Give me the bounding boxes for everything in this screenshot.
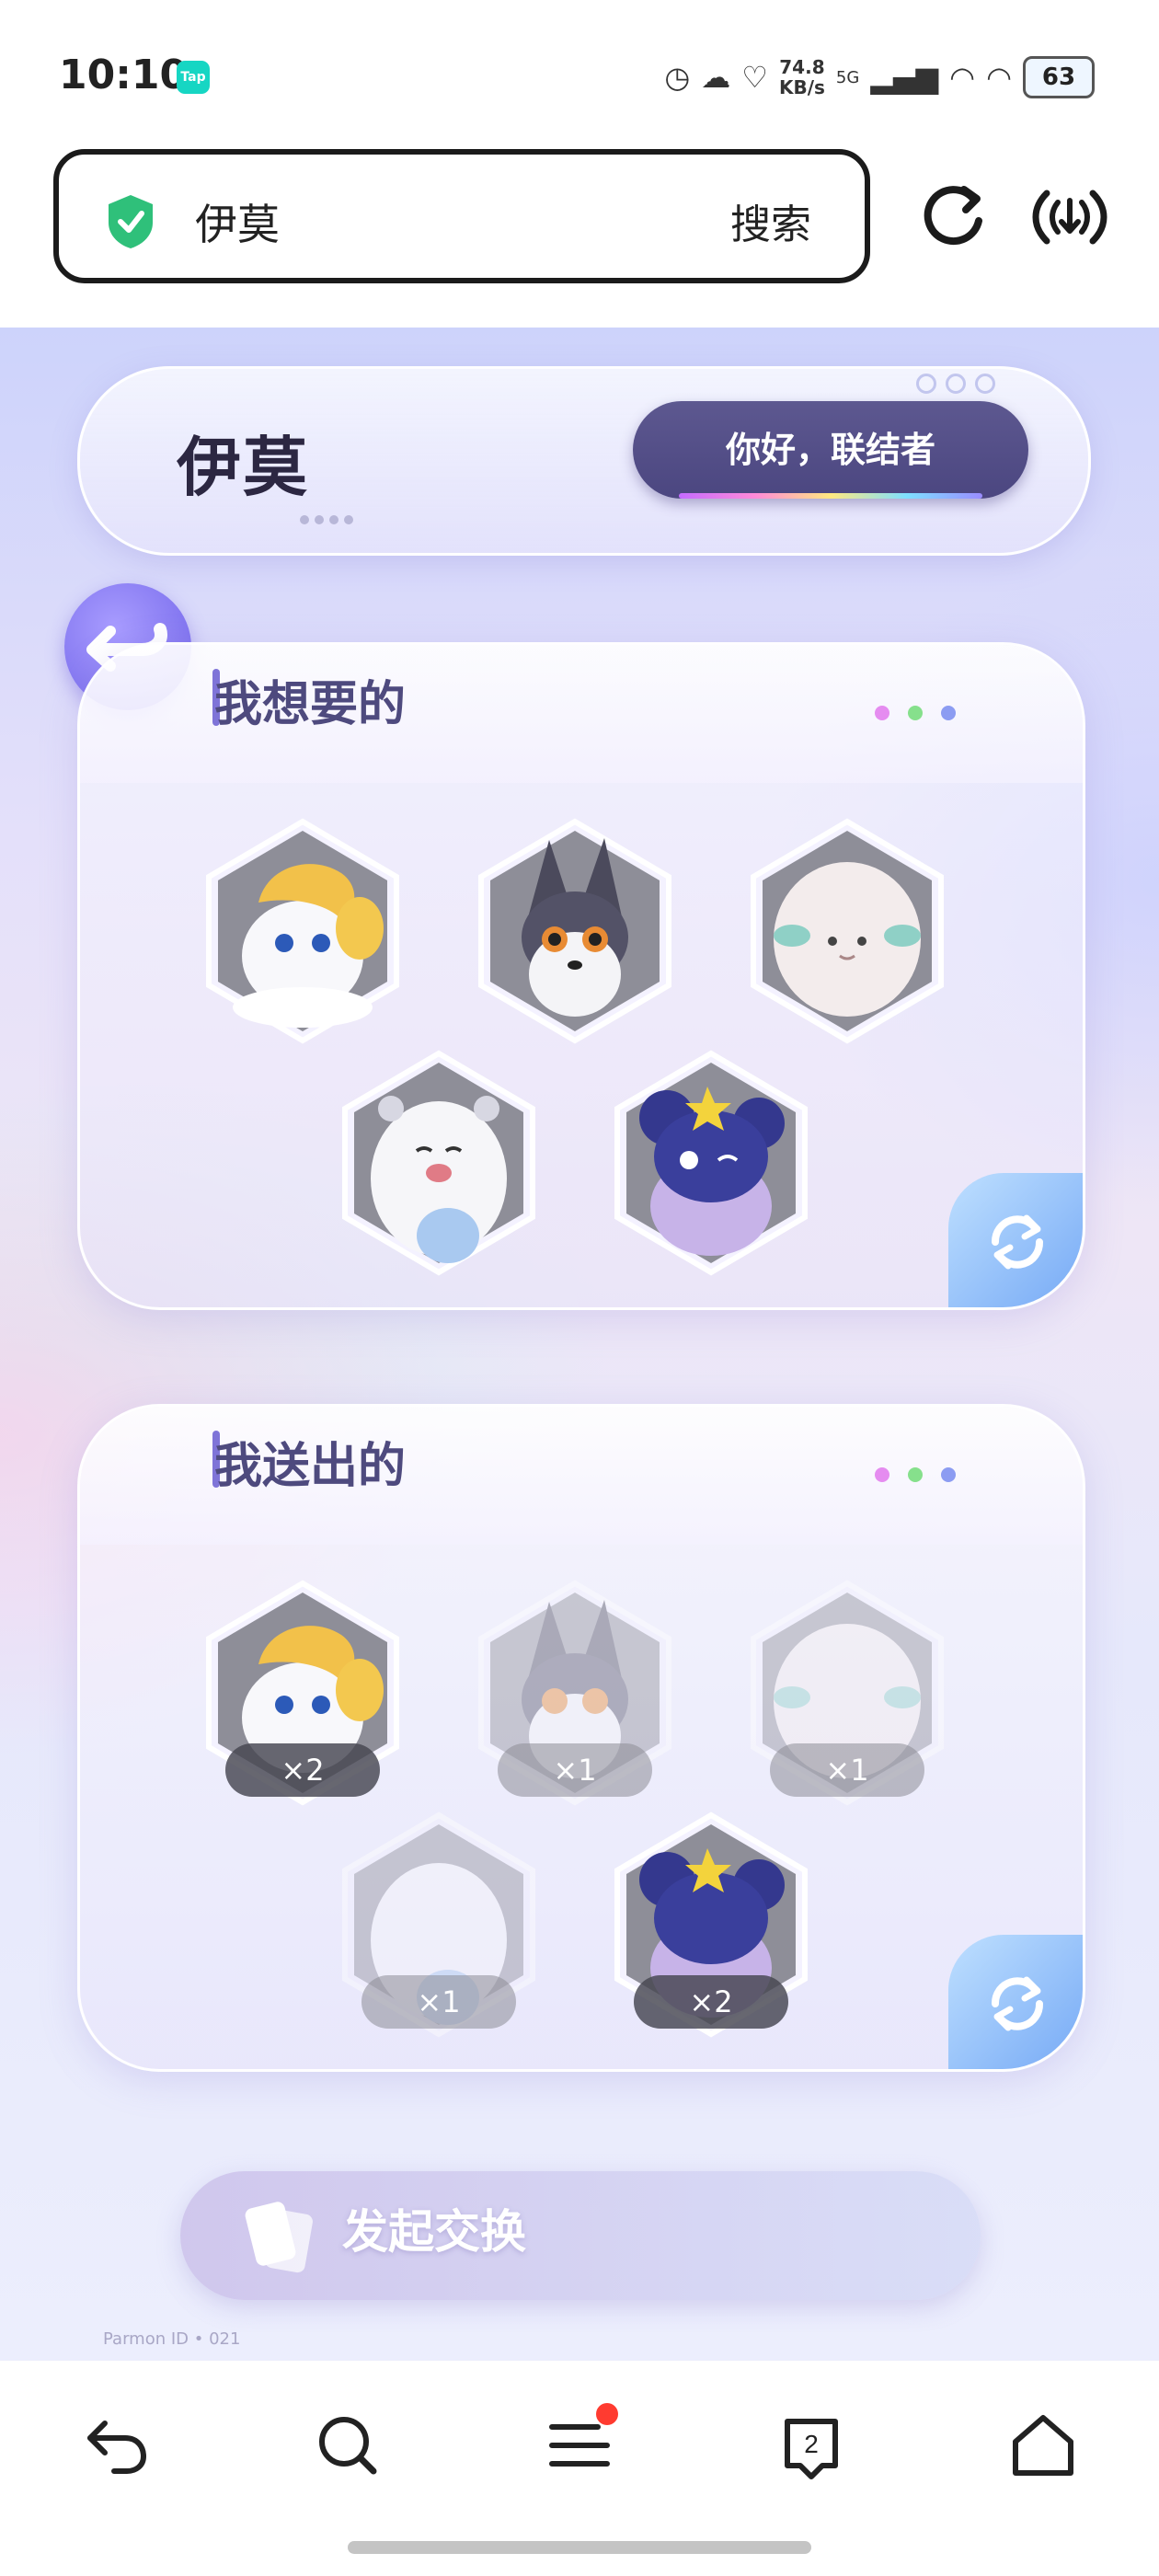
want-item-golden-fluffy-pet[interactable]: [203, 818, 402, 1044]
section-dots: [875, 706, 956, 720]
want-item-gray-fox-pet[interactable]: [476, 818, 674, 1044]
give-section-card: 我送出的 ×2 ×1 ×1 ×1 ×2: [77, 1404, 1085, 2072]
start-exchange-label: 发起交换: [342, 2205, 526, 2259]
wifi-icon-2: ◠: [986, 60, 1012, 95]
home-indicator[interactable]: [348, 2541, 811, 2554]
greeting-color-strip: [679, 493, 982, 499]
search-button[interactable]: 搜索: [730, 191, 811, 250]
alarm-icon: ◷: [664, 60, 691, 95]
give-section-title: 我送出的: [214, 1439, 407, 1494]
download-radio-icon[interactable]: [1028, 180, 1111, 254]
want-section-card: 我想要的: [77, 642, 1085, 1310]
mouse-pet-icon: [614, 1050, 808, 1276]
cloud-icon: ☁: [701, 60, 731, 95]
footer-code: Parmon ID • 021: [103, 2329, 241, 2349]
give-item-gray-fox-pet[interactable]: ×1: [476, 1580, 674, 1806]
battery-indicator: 63: [1023, 56, 1095, 98]
security-shield-icon: [109, 195, 153, 248]
home-icon[interactable]: [1006, 2409, 1080, 2482]
want-item-white-sheep-pet[interactable]: [748, 818, 947, 1044]
count-badge: ×1: [361, 1975, 516, 2029]
want-section-title: 我想要的: [214, 677, 407, 732]
sheep-pet-icon: [751, 818, 944, 1044]
swap-icon: [991, 1214, 1044, 1270]
signal-icon: ▂▄▆: [870, 60, 939, 95]
svg-text:2: 2: [804, 2430, 819, 2458]
give-item-golden-fluffy-pet[interactable]: ×2: [203, 1580, 402, 1806]
site-logo: 伊莫: [177, 430, 309, 505]
back-icon[interactable]: [79, 2409, 153, 2482]
want-item-white-seal-pet[interactable]: [339, 1050, 538, 1276]
give-item-blue-mouse-pet[interactable]: ×2: [612, 1811, 810, 2038]
hearts-icon: ♡: [741, 60, 768, 95]
tabs-icon[interactable]: 2: [775, 2409, 848, 2482]
web-content: 伊莫 你好，联结者 我想要的 我送出的 ×2 ×1 ×1 ×1 ×2 发起交换 …: [0, 328, 1159, 2361]
network-type: 5G: [835, 67, 860, 87]
refresh-give-button[interactable]: [948, 1935, 1083, 2069]
count-badge: ×2: [634, 1975, 788, 2029]
refresh-want-button[interactable]: [948, 1173, 1083, 1307]
give-item-white-seal-pet[interactable]: ×1: [339, 1811, 538, 2038]
fox-pet-icon: [478, 818, 671, 1044]
golden-pet-icon: [206, 818, 399, 1044]
search-icon[interactable]: [311, 2409, 384, 2482]
tap-app-icon: Tap: [177, 61, 210, 94]
status-icons: ◷ ☁ ♡ 74.8 KB/s 5G ▂▄▆ ◠ ◠ 63: [664, 53, 1095, 101]
address-text[interactable]: 伊莫: [195, 191, 280, 252]
header-mini-icons: [916, 374, 995, 394]
status-bar: 10:10 Tap ◷ ☁ ♡ 74.8 KB/s 5G ▂▄▆ ◠ ◠ 63: [0, 0, 1159, 147]
give-item-white-sheep-pet[interactable]: ×1: [748, 1580, 947, 1806]
network-speed: 74.8 KB/s: [778, 56, 825, 98]
greeting-button[interactable]: 你好，联结者: [633, 401, 1028, 499]
count-badge: ×1: [498, 1743, 652, 1797]
swap-icon: [991, 1976, 1044, 2031]
wifi-icon: ◠: [949, 60, 976, 95]
notification-dot: [596, 2403, 618, 2425]
reload-icon[interactable]: [920, 180, 990, 254]
section-dots: [875, 1467, 956, 1482]
address-bar[interactable]: 伊莫 搜索: [53, 149, 870, 283]
want-item-blue-mouse-pet[interactable]: [612, 1050, 810, 1276]
seal-pet-icon: [342, 1050, 535, 1276]
count-badge: ×2: [225, 1743, 380, 1797]
status-time: 10:10: [59, 52, 189, 98]
logo-dots: [300, 515, 353, 524]
card-exchange-icon: [245, 2202, 313, 2273]
count-badge: ×1: [770, 1743, 924, 1797]
